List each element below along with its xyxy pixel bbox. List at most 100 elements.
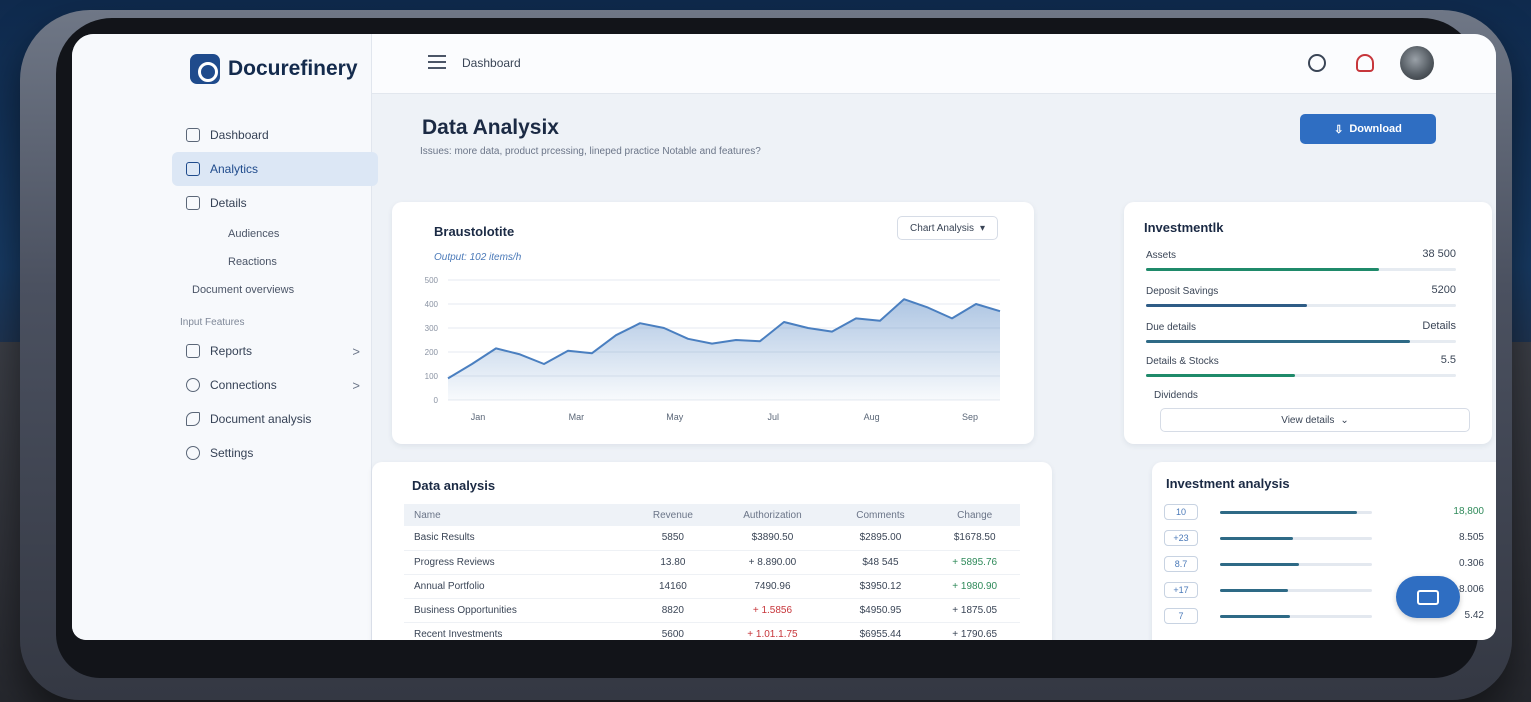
home-icon xyxy=(186,128,200,142)
sidebar-item-connections[interactable]: Connections > xyxy=(172,368,378,402)
metric-chip[interactable]: +23 xyxy=(1164,530,1198,546)
menu-icon[interactable] xyxy=(428,55,446,69)
logo[interactable]: Docurefinery xyxy=(190,54,358,84)
progress-fill xyxy=(1146,304,1308,307)
sidebar-nav: Dashboard Analytics Details Audiences Re… xyxy=(172,118,378,470)
metric-value: 5.42 xyxy=(1464,610,1484,621)
download-icon: ⇩ xyxy=(1334,123,1344,136)
metric-row: 10 18,800 xyxy=(1164,504,1484,522)
table-row[interactable]: Progress Reviews 13.80 + 8.890.00 $48 545 + … xyxy=(404,550,1020,575)
table-row[interactable]: Business Opportunities 8820 + 1.5856 $4950.… xyxy=(404,598,1020,623)
chart-icon xyxy=(186,162,200,176)
table-cell: Business Opportunities xyxy=(404,598,633,623)
table-cell: + 8.890.00 xyxy=(713,550,832,575)
table-cell: $2895.00 xyxy=(831,526,930,551)
chevron-down-icon: ▾ xyxy=(979,222,985,234)
sidebar-item-label: Document analysis xyxy=(210,412,312,426)
investment-value: 5.5 xyxy=(1440,354,1456,366)
metric-chip[interactable]: 10 xyxy=(1164,504,1198,520)
sidebar-item-details[interactable]: Details xyxy=(172,186,378,220)
table-cell: $6955.44 xyxy=(831,622,930,640)
topbar: Dashboard xyxy=(372,34,1496,94)
avatar[interactable] xyxy=(1400,46,1434,80)
table-cell: + 1875.05 xyxy=(929,598,1020,623)
sidebar-subitem-reactions[interactable]: Reactions xyxy=(172,248,378,276)
table-cell: Annual Portfolio xyxy=(404,574,633,599)
y-tick-label: 500 xyxy=(425,276,439,285)
table-cell: 14160 xyxy=(632,574,714,599)
x-tick-label: Mar xyxy=(569,412,585,422)
table-cell: $3950.12 xyxy=(831,574,930,599)
sidebar-item-settings[interactable]: Settings xyxy=(172,436,378,470)
column-header[interactable]: Comments xyxy=(831,504,930,526)
table-row[interactable]: Annual Portfolio 14160 7490.96 $3950.12 + 19… xyxy=(404,574,1020,599)
sidebar-item-analytics[interactable]: Analytics xyxy=(172,152,378,186)
table-cell: $3890.50 xyxy=(713,526,832,551)
column-header[interactable]: Authorization xyxy=(713,504,832,526)
dropdown-value: Chart Analysis xyxy=(910,222,974,234)
progress-track xyxy=(1146,304,1456,307)
table-cell: 13.80 xyxy=(632,550,714,575)
column-header[interactable]: Revenue xyxy=(632,504,714,526)
sidebar-item-dashboard[interactable]: Dashboard xyxy=(172,118,378,152)
page-title: Data Analysix xyxy=(422,116,559,139)
sidebar-section-label: Input Features xyxy=(180,317,245,328)
metric-chip[interactable]: +17 xyxy=(1164,582,1198,598)
download-button-label: Download xyxy=(1349,123,1402,135)
progress-fill xyxy=(1220,537,1293,540)
metric-chip[interactable]: 8.7 xyxy=(1164,556,1198,572)
breadcrumb: Dashboard xyxy=(462,56,521,70)
help-icon[interactable] xyxy=(1308,54,1326,72)
metric-value: 8.006 xyxy=(1458,584,1484,595)
view-details-label: View details xyxy=(1281,414,1335,426)
investment-label: Due details xyxy=(1146,322,1197,333)
sidebar-subitem-audiences[interactable]: Audiences xyxy=(172,220,378,248)
progress-fill xyxy=(1220,511,1357,514)
eye-icon xyxy=(186,412,200,426)
area-fill xyxy=(448,299,1000,400)
metric-chip[interactable]: 7 xyxy=(1164,608,1198,624)
sidebar-subitem-overviews[interactable]: Document overviews xyxy=(172,276,378,304)
grid-icon xyxy=(186,196,200,210)
sidebar-item-label: Reports xyxy=(210,344,253,358)
sidebar-item-label: Analytics xyxy=(210,162,259,176)
chat-button[interactable] xyxy=(1396,576,1460,618)
investment-value: Details xyxy=(1422,320,1456,332)
metric-row: +23 8.505 xyxy=(1164,530,1484,548)
sidebar-item-document-analysis[interactable]: Document analysis xyxy=(172,402,378,436)
progress-track xyxy=(1220,511,1372,514)
chevron-down-icon: ⌄ xyxy=(1340,414,1349,426)
sidebar-item-reports[interactable]: Reports > xyxy=(172,334,378,368)
main-content: Data Analysix Issues: more data, product… xyxy=(372,94,1496,640)
x-tick-label: Jul xyxy=(767,412,779,422)
download-button[interactable]: ⇩ Download xyxy=(1300,114,1436,144)
investment-value: 38 500 xyxy=(1422,248,1456,260)
table-cell: Recent Investments xyxy=(404,622,633,640)
column-header[interactable]: Name xyxy=(404,504,633,526)
data-table: Name Revenue Authorization Comments Chan… xyxy=(404,504,1020,640)
chevron-right-icon: > xyxy=(352,343,360,359)
notification-bell-icon[interactable] xyxy=(1356,54,1374,72)
progress-fill xyxy=(1220,615,1290,618)
page-subtitle: Issues: more data, product prcessing, li… xyxy=(420,146,761,157)
chart-subtitle: Output: 102 items/h xyxy=(434,252,522,263)
logo-icon xyxy=(190,54,220,84)
table-row[interactable]: Recent Investments 5600 + 1.01.1.75 $6955.4… xyxy=(404,622,1020,640)
view-details-button[interactable]: View details ⌄ xyxy=(1160,408,1470,432)
table-cell: 5850 xyxy=(632,526,714,551)
chart-type-dropdown[interactable]: Chart Analysis ▾ xyxy=(897,216,998,240)
table-row[interactable]: Basic Results 5850 $3890.50 $2895.00 $1678.5… xyxy=(404,526,1020,551)
column-header[interactable]: Change xyxy=(929,504,1020,526)
table-cell: 8820 xyxy=(632,598,714,623)
metric-row: 8.7 0.306 xyxy=(1164,556,1484,574)
x-tick-label: Jan xyxy=(471,412,486,422)
metric-value: 8.505 xyxy=(1458,532,1484,543)
progress-track xyxy=(1220,589,1372,592)
chat-icon xyxy=(1417,589,1439,605)
progress-track xyxy=(1220,537,1372,540)
investments-card: Investmentlk Assets 38 500 Deposit Savin… xyxy=(1124,202,1492,444)
metric-value: 18,800 xyxy=(1453,506,1484,517)
y-tick-label: 200 xyxy=(425,348,439,357)
dividends-label: Dividends xyxy=(1154,390,1198,401)
y-tick-label: 400 xyxy=(425,300,439,309)
